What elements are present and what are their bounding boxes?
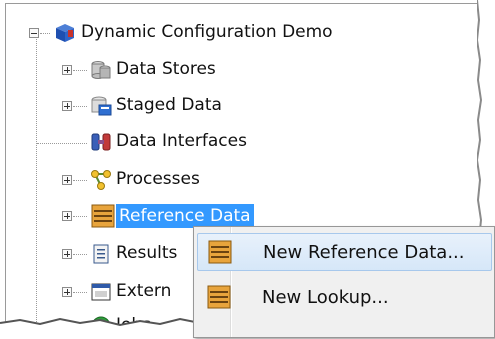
tree-connector [73,292,87,293]
reference-data-icon [91,204,115,228]
tree-connector [73,70,87,71]
tree-item-staged-data[interactable]: Staged Data [116,95,222,115]
database-icon [91,61,111,79]
tree-connector [40,33,50,34]
tree-item-reference-data[interactable]: Reference Data [116,204,254,228]
expand-toggle-external[interactable] [62,287,72,297]
process-icon [91,170,111,190]
expand-toggle-results[interactable] [62,249,72,259]
external-icon [91,283,111,301]
expand-toggle-data-stores[interactable] [62,65,72,75]
menu-item-new-reference-data[interactable]: New Reference Data... [197,233,492,271]
reference-data-icon [208,240,232,264]
tree-connector [73,180,87,181]
menu-item-label: New Reference Data... [263,242,465,263]
tree-connector [73,106,87,107]
tree-connector [73,216,87,217]
tree-item-results[interactable]: Results [116,243,198,263]
results-icon [93,244,109,264]
menu-item-label: New Lookup... [262,287,389,308]
tree-item-data-stores[interactable]: Data Stores [116,59,216,79]
expand-toggle-processes[interactable] [62,175,72,185]
tree-item-processes[interactable]: Processes [116,169,200,189]
project-cube-icon [56,24,74,42]
expand-toggle-reference-data[interactable] [62,211,72,221]
tree-connector [37,143,87,144]
tree-item-external[interactable]: Extern [116,281,171,301]
tree-item-data-interfaces[interactable]: Data Interfaces [116,131,247,151]
collapse-toggle-root[interactable] [29,28,39,38]
staged-data-icon [91,96,112,116]
lookup-icon [207,285,231,309]
tree-connector [73,254,87,255]
tree-guide-line [36,34,37,324]
data-interface-icon [91,133,111,151]
tree-root-label[interactable]: Dynamic Configuration Demo [81,22,333,42]
context-menu: New Reference Data... New Lookup... [193,226,495,338]
expand-toggle-staged-data[interactable] [62,101,72,111]
menu-item-new-lookup[interactable]: New Lookup... [197,279,492,317]
